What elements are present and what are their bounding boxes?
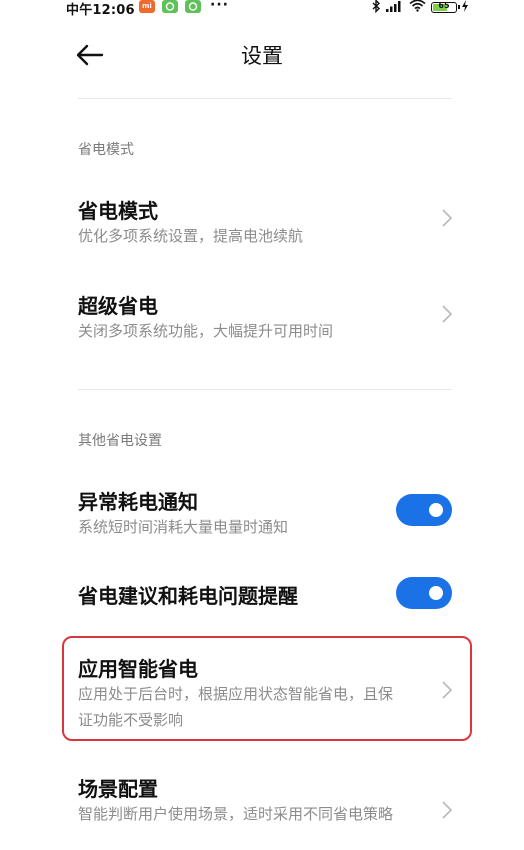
battery-level: 65 [438,0,450,10]
chevron-right-icon [442,801,453,819]
status-right-icons: 65 [372,0,468,14]
divider [78,389,452,390]
toggle-knob [429,586,443,600]
toggle-abnormal-drain[interactable] [396,494,452,526]
status-time: 中午12:06 [66,3,135,18]
row-power-suggestions[interactable]: 省电建议和耗电问题提醒 [0,565,524,625]
chat-app-icon [162,0,178,13]
section-label-other-settings: 其他省电设置 [78,433,162,449]
chevron-right-icon [442,305,453,323]
row-ultra-power-saving[interactable]: 超级省电 关闭多项系统功能，大幅提升可用时间 [0,275,524,355]
wifi-icon [409,0,426,15]
row-subtitle: 系统短时间消耗大量电量时通知 [78,518,289,536]
chat-app-icon-2 [185,0,201,13]
battery-icon: 65 [431,0,460,13]
bluetooth-icon [372,0,381,16]
mi-app-icon: mi [139,0,155,13]
toggle-power-suggestions[interactable] [396,577,452,609]
battery-tip [458,5,460,9]
page-title: 设置 [241,44,283,68]
highlight-annotation [62,636,472,741]
toggle-knob [429,503,443,517]
header: 设置 [0,30,524,80]
row-subtitle: 关闭多项系统功能，大幅提升可用时间 [78,322,334,340]
divider [78,98,452,99]
row-power-saving-mode[interactable]: 省电模式 优化多项系统设置，提高电池续航 [0,180,524,260]
row-title: 省电模式 [78,199,158,223]
settings-screen: 中午12:06 mi ··· 65 设置 省电模式 省电模式 优化多项系统设置，… [0,0,524,850]
charging-icon [462,0,468,15]
row-abnormal-drain-notification[interactable]: 异常耗电通知 系统短时间消耗大量电量时通知 [0,472,524,552]
row-scene-config[interactable]: 场景配置 智能判断用户使用场景，适时采用不同省电策略 [0,763,524,850]
row-title: 异常耗电通知 [78,490,198,514]
row-subtitle: 优化多项系统设置，提高电池续航 [78,227,304,245]
row-subtitle: 智能判断用户使用场景，适时采用不同省电策略 [78,805,394,823]
chevron-right-icon [442,209,453,227]
more-notifications-icon: ··· [210,0,229,13]
section-label-power-mode: 省电模式 [78,142,134,158]
row-title: 省电建议和耗电问题提醒 [78,584,298,608]
signal-icon [386,0,404,15]
row-title: 超级省电 [78,294,158,318]
row-title: 场景配置 [78,777,158,801]
status-bar: 中午12:06 mi ··· 65 [0,0,524,18]
